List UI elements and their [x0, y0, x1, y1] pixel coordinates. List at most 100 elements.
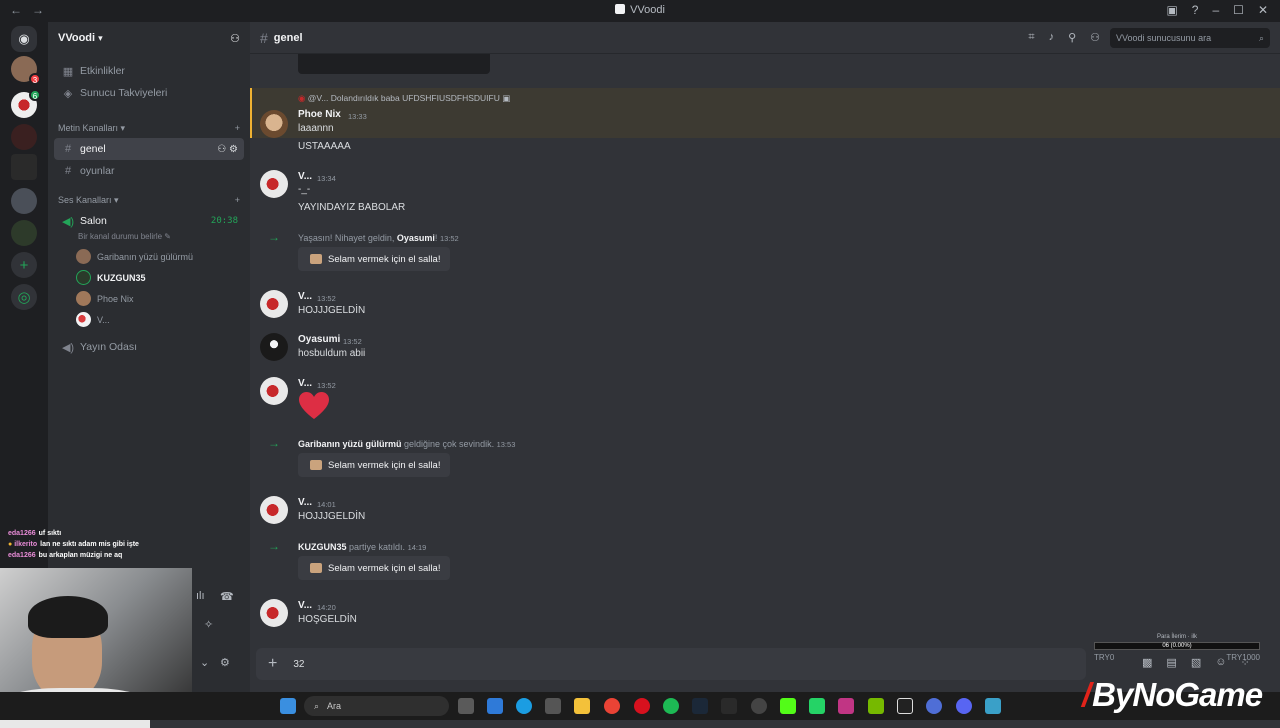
bell-icon[interactable]: ♪	[1049, 31, 1055, 44]
wave-button[interactable]: Selam vermek için el salla!	[298, 453, 451, 477]
avatar[interactable]	[260, 496, 288, 524]
server-icon-vvoodi[interactable]: 6	[11, 89, 41, 118]
avatar	[76, 312, 91, 327]
invite-people-icon[interactable]: ⚇	[230, 32, 240, 45]
composer-text[interactable]: 32	[293, 659, 304, 670]
help-icon[interactable]: ?	[1192, 3, 1199, 17]
voice-user[interactable]: KUZGUN35	[76, 267, 250, 288]
kick-icon[interactable]	[780, 698, 796, 714]
sidebar-item-boosts[interactable]: ◈ Sunucu Takviyeleri	[54, 82, 244, 104]
obs-icon[interactable]	[751, 698, 767, 714]
apps-icon[interactable]: ⁘	[1240, 656, 1249, 669]
opera-icon[interactable]	[634, 698, 650, 714]
avatar[interactable]	[260, 333, 288, 361]
nvidia-icon[interactable]	[868, 698, 884, 714]
sticker-icon[interactable]: ▧	[1191, 656, 1201, 669]
message-author[interactable]: V...	[298, 171, 312, 182]
add-server-icon[interactable]: +	[11, 252, 37, 278]
avatar	[76, 291, 91, 306]
whatsapp-icon[interactable]	[809, 698, 825, 714]
reply-reference[interactable]: ◉ @V... Dolandırıldık baba UFDSHFIUSDFHS…	[298, 93, 510, 104]
channel-oyunlar[interactable]: # oyunlar	[54, 160, 244, 182]
message-author[interactable]: V...	[298, 291, 312, 302]
threads-icon[interactable]: ⌗	[1028, 31, 1034, 44]
server-icon-5[interactable]	[11, 188, 37, 214]
voice-user[interactable]: Phoe Nix	[76, 288, 250, 309]
message-composer[interactable]: + 32	[256, 648, 1086, 680]
activity-icon[interactable]: ✧	[204, 618, 213, 631]
avatar[interactable]	[260, 110, 288, 138]
avatar[interactable]	[260, 290, 288, 318]
message-author[interactable]: V...	[298, 378, 312, 389]
add-channel-icon[interactable]: +	[235, 123, 240, 133]
channel-genel[interactable]: # genel ⚇ ⚙	[54, 138, 244, 160]
task-view-icon[interactable]	[458, 698, 474, 714]
maximize-icon[interactable]: ☐	[1233, 3, 1244, 17]
members-icon[interactable]: ⚇	[1090, 31, 1100, 44]
app-icon[interactable]	[985, 698, 1001, 714]
close-icon[interactable]: ✕	[1258, 3, 1268, 17]
gif-icon[interactable]: ▤	[1166, 656, 1176, 669]
reply-avatar-icon: ◉	[298, 93, 306, 103]
chrome-icon[interactable]	[604, 698, 620, 714]
minimize-icon[interactable]: –	[1212, 3, 1219, 17]
soundboard-icon[interactable]: ılı	[196, 590, 205, 602]
voice-channel-salon[interactable]: ◀) Salon 20:38	[54, 210, 244, 232]
sponsor-watermark: /ByNoGame	[1082, 676, 1263, 713]
server-icon-1[interactable]: 3	[11, 56, 41, 85]
category-voice-channels[interactable]: Ses Kanalları ▾ +	[48, 190, 250, 210]
server-icon-4[interactable]	[11, 154, 37, 180]
avatar[interactable]	[260, 170, 288, 198]
search-input[interactable]: VVoodi sunucusunu ara ⌕	[1110, 28, 1270, 48]
add-voice-channel-icon[interactable]: +	[235, 195, 240, 205]
header-toolbar: ⌗ ♪ ⚲ ⚇	[1028, 31, 1100, 44]
instagram-icon[interactable]	[838, 698, 854, 714]
steam-icon[interactable]	[692, 698, 708, 714]
category-text-channels[interactable]: Metin Kanalları ▾ +	[48, 118, 250, 138]
message-author[interactable]: Oyasumi	[298, 334, 340, 345]
taskbar-search[interactable]: ⌕ Ara	[304, 696, 449, 716]
explore-servers-icon[interactable]: ◎	[11, 284, 37, 310]
avatar[interactable]	[260, 599, 288, 627]
channel-status[interactable]: Bir kanal durumu belirle ✎	[78, 232, 250, 246]
message-author[interactable]: V...	[298, 600, 312, 611]
voice-user[interactable]: Garibanın yüzü gülürmü	[76, 246, 250, 267]
voice-user[interactable]: V...	[76, 309, 250, 330]
discord-taskbar-icon[interactable]	[956, 698, 972, 714]
wave-button[interactable]: Selam vermek için el salla!	[298, 556, 451, 580]
stage-channel[interactable]: ◀) Yayın Odası	[54, 336, 244, 358]
system-text: Yaşasın! Nihayet geldin, Oyasumi! 13:52	[298, 233, 459, 243]
app-icon[interactable]	[926, 698, 942, 714]
voice-controls: ılı ☎ ✧ ⌄ ⚙	[192, 580, 248, 680]
explorer-icon[interactable]	[574, 698, 590, 714]
edge-icon[interactable]	[516, 698, 532, 714]
avatar[interactable]	[260, 377, 288, 405]
spotify-icon[interactable]	[663, 698, 679, 714]
message-author[interactable]: V...	[298, 497, 312, 508]
message-text: HOJJJGELDİN	[298, 511, 366, 522]
store-icon[interactable]	[545, 698, 561, 714]
server-icon-6[interactable]	[11, 220, 37, 246]
inbox-icon[interactable]: ▣	[1166, 3, 1177, 17]
disconnect-icon[interactable]: ☎	[220, 590, 234, 603]
start-icon[interactable]	[280, 698, 296, 714]
embed-preview[interactable]	[298, 54, 490, 74]
wave-button[interactable]: Selam vermek için el salla!	[298, 247, 451, 271]
widgets-icon[interactable]	[487, 698, 503, 714]
g-app-icon[interactable]	[897, 698, 913, 714]
gift-icon[interactable]: ▩	[1142, 656, 1152, 669]
emoji-icon[interactable]: ☺	[1215, 656, 1226, 669]
message-time: 13:33	[348, 112, 367, 121]
pin-icon[interactable]: ⚲	[1068, 31, 1076, 44]
attach-plus-icon[interactable]: +	[268, 655, 277, 673]
user-settings-icon[interactable]: ⚙	[220, 656, 230, 669]
channel-settings-icons[interactable]: ⚇ ⚙	[217, 144, 238, 155]
message-author[interactable]: Phoe Nix	[298, 109, 341, 120]
discord-home-icon[interactable]: ◉	[11, 26, 37, 52]
heart-emoji-icon	[299, 392, 329, 419]
chevron-down-icon[interactable]: ⌄	[200, 656, 209, 669]
epic-icon[interactable]	[721, 698, 737, 714]
server-icon-3[interactable]	[11, 124, 37, 150]
sidebar-item-events[interactable]: ▦ Etkinlikler	[54, 60, 244, 82]
server-header[interactable]: VVoodi ▾ ⚇	[48, 22, 250, 54]
